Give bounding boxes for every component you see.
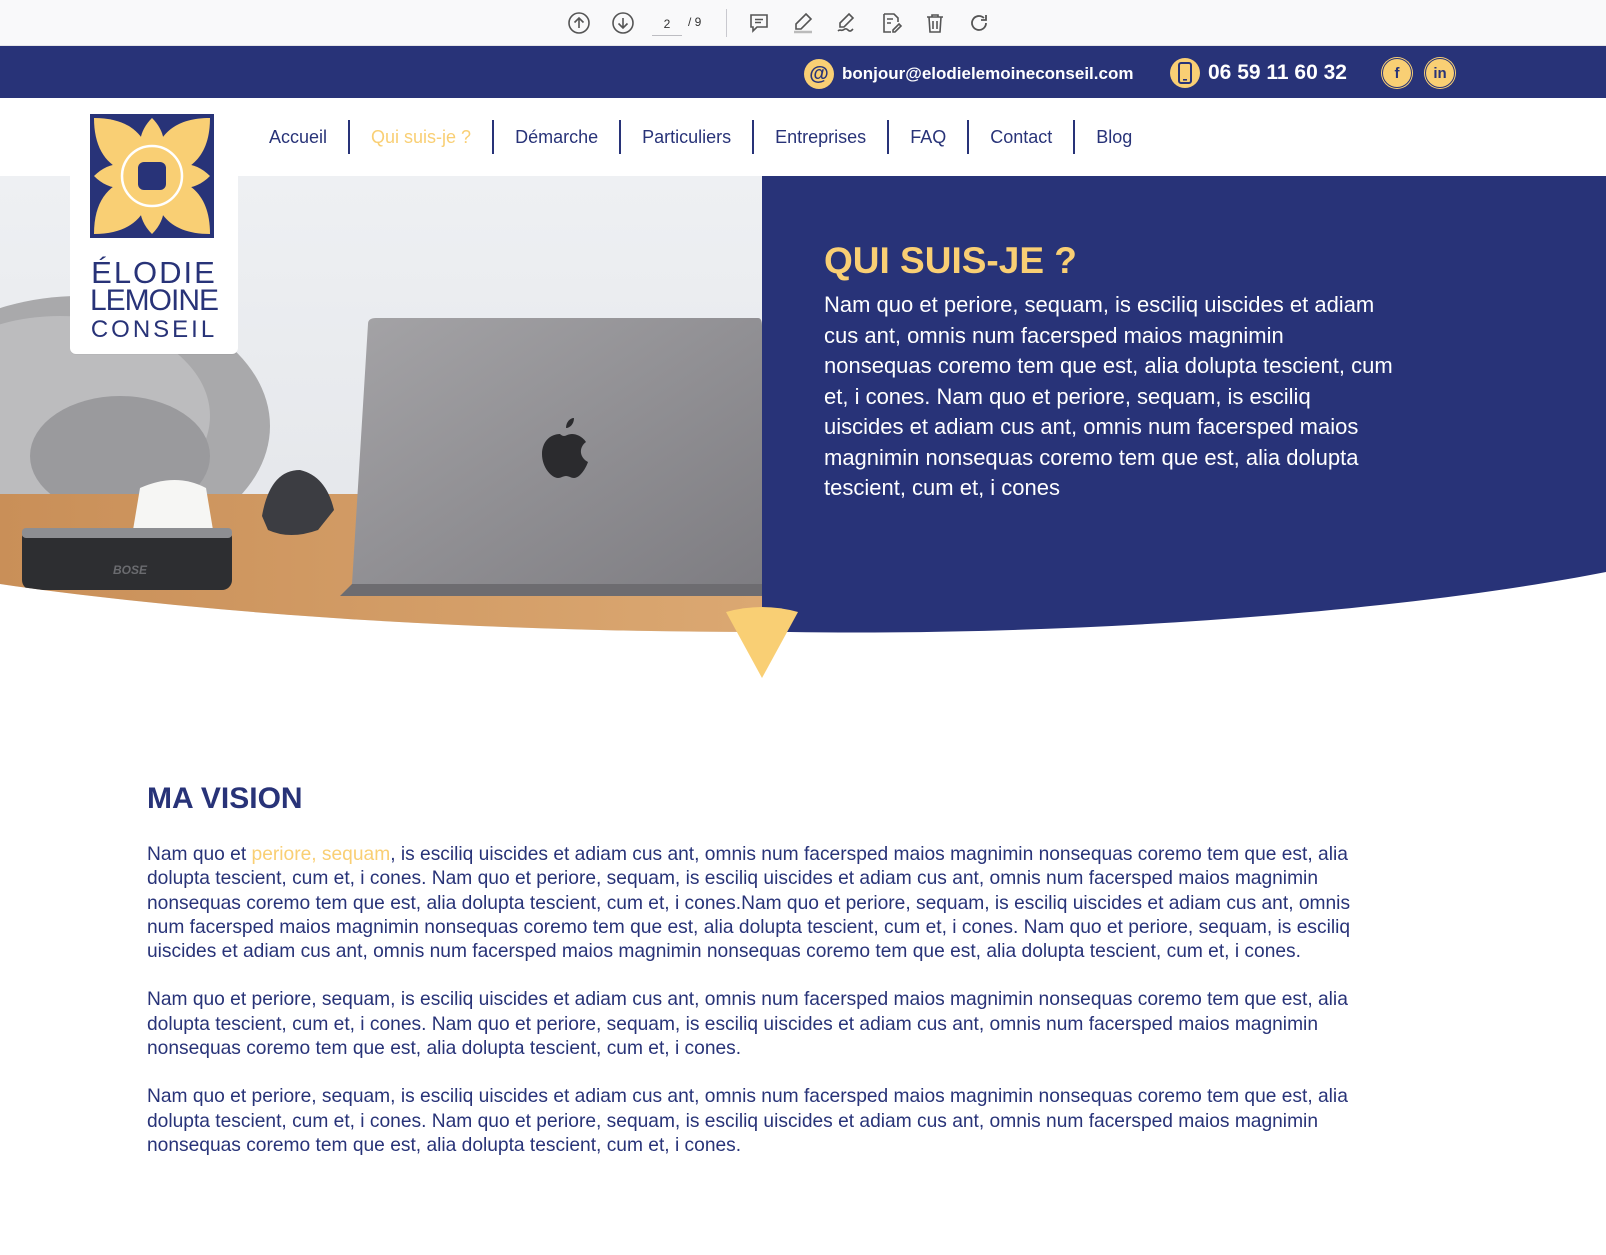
edit-doc-icon[interactable]: [878, 10, 904, 36]
phone-text: 06 59 11 60 32: [1208, 61, 1347, 84]
nav-item-contact[interactable]: Contact: [969, 120, 1076, 154]
phone-icon: [1170, 58, 1200, 88]
logo-line-lemoine: LEMOINE: [89, 284, 219, 317]
facebook-icon: f: [1382, 58, 1412, 88]
redo-icon[interactable]: [966, 10, 992, 36]
highlighted-text: periore, sequam: [251, 844, 391, 865]
nav-item-particuliers[interactable]: Particuliers: [621, 120, 755, 154]
linkedin-link[interactable]: in: [1425, 58, 1455, 88]
arrow-down-circle-icon[interactable]: [610, 10, 636, 36]
at-icon: @: [804, 59, 834, 89]
nav-item-qui-suis-je[interactable]: Qui suis-je ?: [350, 120, 495, 154]
nav-item-demarche[interactable]: Démarche: [494, 120, 622, 154]
nav-item-faq[interactable]: FAQ: [889, 120, 970, 154]
main-nav: Accueil Qui suis-je ? Démarche Particuli…: [248, 120, 1153, 154]
page-total: / 9: [688, 15, 702, 29]
speaker-brand: BOSE: [113, 563, 148, 577]
nav-item-blog[interactable]: Blog: [1075, 120, 1153, 154]
linkedin-icon: in: [1425, 58, 1455, 88]
phone-link[interactable]: 06 59 11 60 32: [1170, 58, 1347, 88]
hero-text: Nam quo et periore, sequam, is esciliq u…: [824, 292, 1393, 500]
vision-paragraph-1: Nam quo et periore, sequam, is esciliq u…: [147, 844, 1351, 963]
email-link[interactable]: @ bonjour@elodielemoineconseil.com: [804, 59, 1133, 89]
email-text: bonjour@elodielemoineconseil.com: [842, 64, 1134, 83]
vision-title: MA VISION: [147, 782, 303, 815]
trash-icon[interactable]: [922, 10, 948, 36]
pdf-viewer-toolbar: / 9: [0, 0, 1606, 46]
toolbar-divider: [726, 9, 727, 37]
contact-bar: @ bonjour@elodielemoineconseil.com 06 59…: [0, 46, 1606, 98]
logo-mark-icon: [90, 114, 214, 238]
site-logo[interactable]: ÉLODIE LEMOINE CONSEIL: [70, 110, 238, 354]
hero-title: QUI SUIS-JE ?: [824, 240, 1077, 281]
vision-body: Nam quo et periore, sequam, is esciliq u…: [147, 843, 1387, 1182]
facebook-link[interactable]: f: [1382, 58, 1412, 88]
highlight-pen-icon[interactable]: [790, 10, 816, 36]
vision-paragraph-2: Nam quo et periore, sequam, is esciliq u…: [147, 989, 1348, 1060]
arrow-up-circle-icon[interactable]: [566, 10, 592, 36]
nav-item-entreprises[interactable]: Entreprises: [754, 120, 890, 154]
chevron-down-icon: [726, 607, 798, 678]
vision-paragraph-3: Nam quo et periore, sequam, is esciliq u…: [147, 1086, 1348, 1156]
comment-icon[interactable]: [746, 10, 772, 36]
nav-item-accueil[interactable]: Accueil: [248, 120, 351, 154]
signature-icon[interactable]: [834, 10, 860, 36]
logo-line-conseil: CONSEIL: [90, 316, 218, 343]
page-number-input[interactable]: [652, 12, 682, 36]
